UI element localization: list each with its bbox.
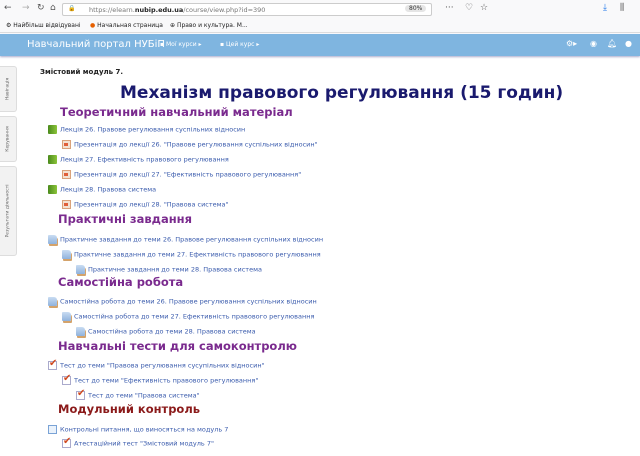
bookmark-star-icon[interactable]: ☆ <box>480 3 488 13</box>
practice-28-link[interactable]: Практичне завдання до теми 28. Правова с… <box>76 265 262 274</box>
side-tab-administration[interactable]: Керування <box>0 116 17 162</box>
site-navbar: Навчальний портал НУБіП ▪ Мої курси ▸ ▪ … <box>0 34 640 56</box>
quiz-check-icon <box>62 373 71 385</box>
pdf-icon <box>62 140 71 149</box>
section-heading-self-study: Самостійна робота <box>58 275 184 289</box>
globe-icon: ⊕ <box>170 22 176 29</box>
book-icon <box>48 155 57 164</box>
side-tab-activity-results[interactable]: Результати діяльності <box>0 166 17 256</box>
page-title: Механізм правового регулювання (15 годин… <box>120 83 564 103</box>
book-icon <box>48 125 57 134</box>
this-course-menu[interactable]: ▪ Цей курс ▸ <box>220 41 259 48</box>
browser-toolbar: ← → ↻ ⌂ https://elearn.nubip.edu.ua/cour… <box>0 0 640 19</box>
lecture-28-link[interactable]: Лекція 28. Правова система <box>48 185 156 194</box>
quiz-check-icon <box>48 358 57 370</box>
my-courses-menu[interactable]: ▪ Мої курси ▸ <box>160 41 202 48</box>
presentation-28-link[interactable]: Презентація до лекції 28. "Правова систе… <box>62 200 229 209</box>
bookmark-most-visited[interactable]: ⚙ Найбільш відвідувані <box>6 22 81 29</box>
pocket-icon[interactable]: ♡ <box>465 3 473 13</box>
reload-icon[interactable]: ↻ <box>37 3 45 13</box>
assignment-icon <box>48 297 57 306</box>
bookmarks-bar: ⚙ Найбільш відвідувані ● Начальная стран… <box>0 19 640 33</box>
test-26-link[interactable]: Тест до теми "Правова регулювання сусупі… <box>48 358 265 370</box>
home-icon[interactable]: ⌂ <box>50 3 56 13</box>
lecture-27-link[interactable]: Лекція 27. Ефективність правового регулю… <box>48 155 229 164</box>
assignment-icon <box>62 250 71 259</box>
module-label: Змістовий модуль 7. <box>40 68 124 76</box>
assignment-icon <box>76 327 85 336</box>
control-questions-link[interactable]: Контрольні питання, що виносяться на мод… <box>48 425 228 434</box>
more-icon[interactable]: ··· <box>445 3 454 13</box>
gear-icon[interactable]: ⚙▸ <box>566 39 577 48</box>
self-study-26-link[interactable]: Самостійна робота до теми 26. Правове ре… <box>48 297 317 306</box>
self-study-27-link[interactable]: Самостійна робота до теми 27. Ефективніс… <box>62 312 314 321</box>
assignment-icon <box>48 235 57 244</box>
section-heading-module-control: Модульний контроль <box>58 402 201 416</box>
lock-icon: 🔒 <box>68 5 76 12</box>
bookmark-law-culture[interactable]: ⊕ Право и культура. М... <box>170 22 248 29</box>
section-heading-practice: Практичні завдання <box>58 212 192 226</box>
bookmark-start-page[interactable]: ● Начальная страница <box>90 22 163 29</box>
forward-icon[interactable]: → <box>22 3 30 13</box>
site-brand[interactable]: Навчальний портал НУБіП <box>27 39 165 50</box>
bell-icon[interactable]: 🔔︎ <box>607 39 617 48</box>
attestation-test-link[interactable]: Атестаційний тест "Змістовий модуль 7" <box>62 436 214 448</box>
assignment-icon <box>76 265 85 274</box>
library-icon[interactable]: ⫼ <box>620 3 624 13</box>
section-heading-theory: Теоретичний навчальний матеріал <box>60 105 293 119</box>
document-icon <box>48 425 57 434</box>
section-heading-tests: Навчальні тести для самоконтролю <box>58 339 297 353</box>
side-tab-navigation[interactable]: Навігація <box>0 66 17 112</box>
assignment-icon <box>62 312 71 321</box>
self-study-28-link[interactable]: Самостійна робота до теми 28. Правова си… <box>76 327 256 336</box>
presentation-26-link[interactable]: Презентація до лекції 26. "Правове регул… <box>62 140 318 149</box>
firefox-icon: ● <box>90 22 96 29</box>
chat-icon[interactable]: ● <box>625 39 632 48</box>
quiz-check-icon <box>62 436 71 448</box>
pdf-icon <box>62 170 71 179</box>
practice-26-link[interactable]: Практичне завдання до теми 26. Правове р… <box>48 235 323 244</box>
zoom-level[interactable]: 80% <box>405 5 427 12</box>
settings-icon[interactable]: ◉ <box>590 39 597 48</box>
practice-27-link[interactable]: Практичне завдання до теми 27. Ефективні… <box>62 250 321 259</box>
lecture-26-link[interactable]: Лекція 26. Правове регулювання суспільни… <box>48 125 245 134</box>
test-28-link[interactable]: Тест до теми "Правова система" <box>76 388 200 400</box>
pdf-icon <box>62 200 71 209</box>
address-bar[interactable]: https://elearn.nubip.edu.ua/course/view.… <box>62 3 432 16</box>
test-27-link[interactable]: Тест до теми "Ефективність правового рег… <box>62 373 258 385</box>
book-icon <box>48 185 57 194</box>
presentation-27-link[interactable]: Презентація до лекції 27. "Ефективність … <box>62 170 301 179</box>
download-icon[interactable]: ⤓ <box>603 3 607 13</box>
quiz-check-icon <box>76 388 85 400</box>
back-icon[interactable]: ← <box>4 3 12 13</box>
